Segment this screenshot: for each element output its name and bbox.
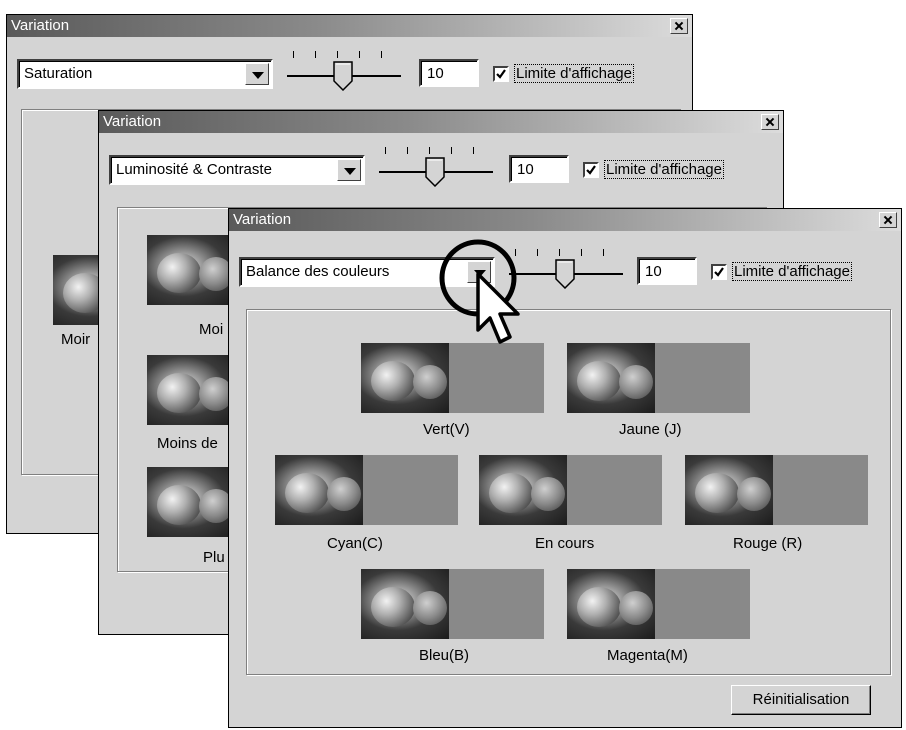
variation-label: Moi bbox=[199, 321, 224, 338]
window-title: Variation bbox=[103, 113, 162, 130]
variation-step-slider[interactable] bbox=[285, 45, 403, 91]
variation-thumbnail-blue[interactable] bbox=[361, 569, 544, 639]
reset-button[interactable]: Réinitialisation bbox=[731, 685, 871, 715]
slider-thumb-icon[interactable] bbox=[333, 61, 353, 91]
window-title-bar[interactable]: Variation bbox=[229, 209, 901, 231]
display-limit-checkbox[interactable] bbox=[493, 66, 509, 82]
slider-thumb-icon[interactable] bbox=[425, 157, 445, 187]
close-icon[interactable] bbox=[670, 18, 688, 34]
window-title-bar[interactable]: Variation bbox=[7, 15, 692, 37]
variation-thumbnail[interactable] bbox=[147, 355, 231, 425]
chevron-down-icon[interactable] bbox=[337, 159, 361, 181]
variation-label-blue: Bleu(B) bbox=[419, 647, 470, 664]
variation-thumbnail[interactable] bbox=[147, 235, 231, 305]
step-value-field[interactable]: 10 bbox=[419, 59, 479, 87]
variation-window-color-balance: Variation Balance des couleurs 10 Limite… bbox=[228, 208, 902, 728]
variation-thumbnail-yellow[interactable] bbox=[567, 343, 750, 413]
slider-thumb-icon[interactable] bbox=[555, 259, 575, 289]
window-title: Variation bbox=[233, 211, 292, 228]
window-title: Variation bbox=[11, 17, 70, 34]
arrow-pointer-icon bbox=[476, 272, 520, 344]
variation-label-magenta: Magenta(M) bbox=[607, 647, 688, 664]
variation-label-green: Vert(V) bbox=[423, 421, 470, 438]
checkmark-icon bbox=[496, 69, 506, 79]
variation-step-slider[interactable] bbox=[377, 141, 495, 187]
variation-label-cyan: Cyan(C) bbox=[327, 535, 383, 552]
variation-label: Moir bbox=[61, 331, 91, 348]
variation-label-yellow: Jaune (J) bbox=[619, 421, 682, 438]
dropdown-value: Balance des couleurs bbox=[246, 263, 390, 280]
variation-label-current: En cours bbox=[535, 535, 595, 552]
variation-thumbnail-green[interactable] bbox=[361, 343, 544, 413]
variation-type-dropdown[interactable]: Saturation bbox=[17, 59, 273, 89]
checkmark-icon bbox=[586, 165, 596, 175]
step-value-field[interactable]: 10 bbox=[509, 155, 569, 183]
window-title-bar[interactable]: Variation bbox=[99, 111, 783, 133]
variation-type-dropdown[interactable]: Luminosité & Contraste bbox=[109, 155, 365, 185]
display-limit-label: Limite d'affichage bbox=[732, 262, 852, 281]
dropdown-value: Luminosité & Contraste bbox=[116, 161, 272, 178]
display-limit-label: Limite d'affichage bbox=[514, 64, 634, 83]
close-icon[interactable] bbox=[761, 114, 779, 130]
variation-label: Plu bbox=[203, 549, 225, 566]
dropdown-value: Saturation bbox=[24, 65, 93, 82]
chevron-down-icon[interactable] bbox=[245, 63, 269, 85]
variation-thumbnail-red[interactable] bbox=[685, 455, 868, 525]
variation-label-red: Rouge (R) bbox=[733, 535, 803, 552]
step-value-field[interactable]: 10 bbox=[637, 257, 697, 285]
display-limit-label: Limite d'affichage bbox=[604, 160, 724, 179]
variation-thumbnail-current[interactable] bbox=[479, 455, 662, 525]
checkmark-icon bbox=[714, 267, 724, 277]
variation-thumbnail[interactable] bbox=[147, 467, 231, 537]
variation-thumbnail-magenta[interactable] bbox=[567, 569, 750, 639]
variation-label: Moins de bbox=[157, 435, 218, 452]
close-icon[interactable] bbox=[879, 212, 897, 228]
display-limit-checkbox[interactable] bbox=[711, 264, 727, 280]
display-limit-checkbox[interactable] bbox=[583, 162, 599, 178]
variation-thumbnail[interactable] bbox=[53, 255, 103, 325]
variation-thumbnail-cyan[interactable] bbox=[275, 455, 458, 525]
